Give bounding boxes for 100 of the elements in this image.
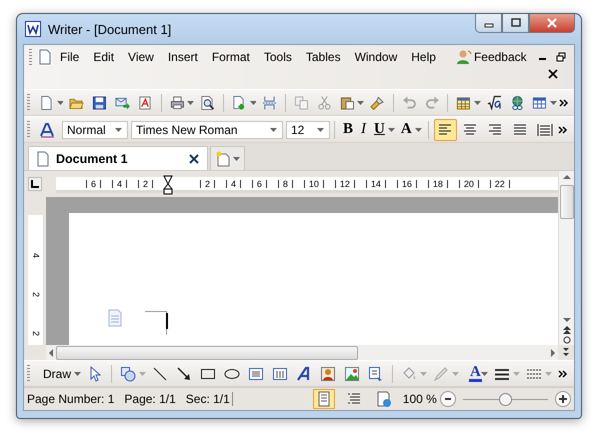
- text-frame-icon[interactable]: [368, 366, 384, 382]
- print-preview-icon[interactable]: [200, 94, 215, 110]
- paintbrush-icon[interactable]: [370, 94, 385, 110]
- scroll-thumb[interactable]: [560, 185, 574, 219]
- format-button[interactable]: I: [357, 120, 370, 140]
- arrow-icon[interactable]: [176, 366, 192, 382]
- app-logo-icon: [25, 21, 41, 37]
- dropdown-arrow-icon: [233, 156, 240, 160]
- printer-icon[interactable]: [170, 94, 184, 110]
- next-page-icon[interactable]: [561, 346, 571, 358]
- save-icon[interactable]: [92, 94, 107, 110]
- dropdown-arrow-icon[interactable]: [74, 372, 82, 376]
- plus-icon: [558, 394, 568, 404]
- zoom-out-button[interactable]: [440, 391, 456, 407]
- formula-icon[interactable]: [486, 94, 502, 110]
- more-icon[interactable]: [558, 370, 568, 378]
- styles-icon[interactable]: [39, 122, 55, 138]
- style-dropdown[interactable]: Normal: [62, 120, 128, 138]
- image-icon[interactable]: [344, 366, 360, 382]
- align-button[interactable]: [434, 118, 457, 140]
- menu-item[interactable]: View: [121, 50, 161, 64]
- distribute-icon: [537, 122, 554, 138]
- close-button[interactable]: [529, 14, 575, 33]
- maximize-button[interactable]: [502, 14, 529, 33]
- table-icon[interactable]: [532, 94, 548, 110]
- vertical-scrollbar[interactable]: [558, 171, 574, 345]
- spreadsheet-icon[interactable]: [456, 94, 472, 110]
- cut-icon[interactable]: [316, 94, 332, 110]
- dropdown-arrow-icon[interactable]: [550, 100, 557, 104]
- zoom-in-button[interactable]: [555, 391, 571, 407]
- menu-item[interactable]: Help: [404, 50, 443, 64]
- shapes-icon[interactable]: [120, 366, 136, 382]
- align-left-icon: [437, 122, 454, 138]
- align-right-icon: [487, 122, 504, 138]
- font-size-value: 12: [291, 122, 304, 136]
- window-title: Writer - [Document 1]: [48, 22, 172, 36]
- web-page-icon: [376, 391, 392, 407]
- font-size-dropdown[interactable]: 12: [286, 120, 330, 138]
- format-button[interactable]: A: [396, 120, 416, 140]
- format-button[interactable]: B: [339, 120, 358, 140]
- horizontal-scrollbar[interactable]: [46, 345, 558, 360]
- document-icon: [35, 150, 51, 166]
- close-icon: [546, 18, 558, 28]
- globe-link-icon[interactable]: [510, 94, 524, 110]
- menu-item[interactable]: Tools: [256, 50, 299, 64]
- dropdown-arrow-icon[interactable]: [474, 100, 481, 104]
- document-tab[interactable]: Document 1: [28, 146, 208, 170]
- add-page-icon[interactable]: [232, 94, 246, 110]
- page-icon: [316, 391, 332, 407]
- menu-item[interactable]: Insert: [160, 50, 205, 64]
- style-value: Normal: [67, 122, 106, 136]
- scroll-thumb[interactable]: [56, 346, 358, 360]
- section-status: Sec: 1/1: [186, 392, 233, 406]
- page-view-button[interactable]: [312, 389, 335, 409]
- clipart-icon[interactable]: [320, 366, 336, 382]
- paste-icon[interactable]: [340, 94, 354, 110]
- line-icon[interactable]: [152, 366, 168, 382]
- dropdown-arrow-icon[interactable]: [480, 372, 488, 376]
- minimize-button[interactable]: [475, 14, 502, 33]
- feedback-menu-item[interactable]: Feedback: [448, 49, 534, 65]
- more-icon[interactable]: [558, 98, 568, 106]
- format-button[interactable]: U: [370, 120, 389, 140]
- dropdown-arrow-icon: [270, 128, 277, 132]
- draw-menu-button[interactable]: Draw: [35, 366, 76, 380]
- dropdown-arrow-icon[interactable]: [56, 100, 64, 104]
- tab-stop-button[interactable]: [28, 177, 42, 191]
- menu-item[interactable]: Window: [348, 50, 404, 64]
- text-box-icon[interactable]: [248, 366, 264, 382]
- justify-icon: [512, 122, 528, 138]
- new-document-icon[interactable]: [38, 94, 54, 110]
- menu-item[interactable]: Format: [204, 50, 257, 64]
- page-count-status: Page: 1/1: [124, 392, 176, 406]
- menu-item[interactable]: Tables: [298, 50, 348, 64]
- pdf-icon[interactable]: [138, 94, 153, 110]
- dropdown-arrow-icon[interactable]: [414, 128, 422, 132]
- person-icon: [456, 49, 472, 65]
- margin-corner-mark: [145, 311, 167, 335]
- page-number-status: Page Number: 1: [27, 392, 114, 406]
- dropdown-arrow-icon[interactable]: [250, 100, 256, 104]
- vertical-text-box-icon[interactable]: [272, 366, 288, 382]
- restore-document-icon[interactable]: [556, 52, 566, 62]
- font-value: Times New Roman: [136, 122, 238, 136]
- menu-item[interactable]: File: [53, 50, 86, 64]
- vertical-ruler: 4 2 2: [28, 215, 44, 345]
- close-icon[interactable]: [189, 154, 199, 164]
- left-tab-icon: [31, 180, 39, 188]
- close-document-icon[interactable]: [548, 69, 558, 79]
- page-break-icon[interactable]: [262, 94, 277, 110]
- dropdown-arrow-icon[interactable]: [388, 128, 395, 132]
- font-dropdown[interactable]: Times New Roman: [131, 120, 283, 138]
- more-icon[interactable]: [558, 126, 568, 134]
- zoom-slider-thumb[interactable]: [499, 392, 512, 406]
- menu-item[interactable]: Edit: [86, 50, 122, 64]
- document-icon: [37, 49, 53, 65]
- fill-icon[interactable]: [401, 366, 418, 382]
- dropdown-arrow-icon[interactable]: [357, 100, 364, 104]
- maximize-icon: [510, 18, 520, 28]
- new-tab-button[interactable]: [210, 146, 245, 170]
- indent-marker-icon[interactable]: [163, 175, 173, 195]
- dropdown-arrow-icon[interactable]: [187, 100, 194, 104]
